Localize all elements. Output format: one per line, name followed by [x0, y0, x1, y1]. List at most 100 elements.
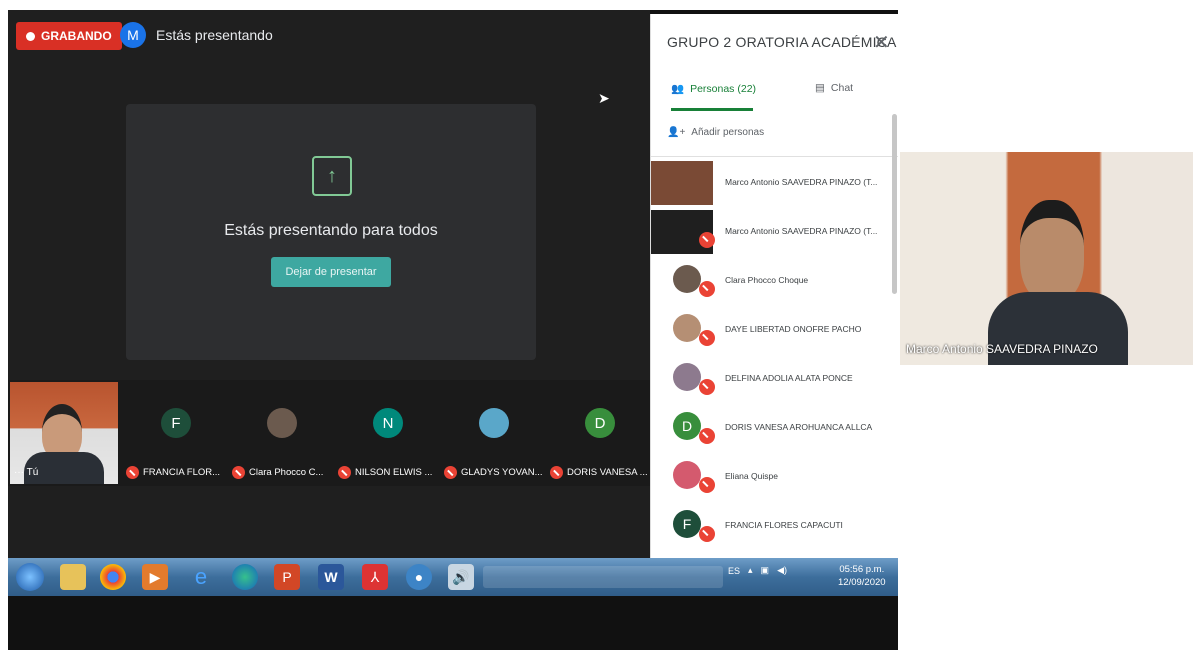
- start-button[interactable]: [16, 563, 44, 591]
- participant-avatar: N: [373, 408, 403, 438]
- speaker-icon[interactable]: 🔊: [448, 564, 474, 590]
- meet-main-area: GRABANDO M Estás presentando ➤ ↑ Estás p…: [8, 10, 650, 558]
- speaker-video-feed: Marco Antonio SAAVEDRA PINAZO: [900, 152, 1193, 365]
- participant-name: DORIS VANESA ...: [567, 467, 648, 478]
- system-clock[interactable]: 05:56 p.m. 12/09/2020: [838, 563, 886, 589]
- tray-arrow-icon[interactable]: ▴: [748, 565, 753, 576]
- mic-off-icon: [232, 466, 245, 479]
- person-name: DAYE LIBERTAD ONOFRE PACHO: [725, 324, 862, 334]
- person-name: DORIS VANESA AROHUANCA ALLCA: [725, 422, 873, 432]
- presenting-card-title: Estás presentando para todos: [224, 222, 438, 239]
- person-name: DELFINA ADOLIA ALATA PONCE: [725, 373, 853, 383]
- list-item[interactable]: DAYE LIBERTAD ONOFRE PACHO: [651, 306, 898, 355]
- windows-taskbar: ▶ e P W ⅄ ● 🔊 ES ▴ ▣ ◀) 05:56 p.m. 12/09…: [8, 558, 898, 596]
- volume-icon[interactable]: ◀): [777, 565, 787, 576]
- panel-scrollbar[interactable]: [892, 114, 897, 294]
- participant-name: FRANCIA FLOR...: [143, 467, 221, 478]
- word-icon[interactable]: W: [318, 564, 344, 590]
- presenting-status: Estás presentando: [156, 27, 273, 43]
- participant-tile[interactable]: GLADYS YOVAN...: [444, 390, 544, 480]
- tab-chat-label: Chat: [830, 82, 854, 94]
- pdf-reader-icon[interactable]: ⅄: [362, 564, 388, 590]
- person-avatar: D: [673, 412, 701, 440]
- recording-label: GRABANDO: [41, 29, 112, 43]
- mic-off-icon: [699, 379, 715, 395]
- person-name: Marco Antonio SAAVEDRA PINAZO (T...: [725, 226, 878, 236]
- chat-icon: ▤: [815, 82, 825, 94]
- add-people-label: Añadir personas: [691, 127, 765, 138]
- mic-off-icon: [699, 428, 715, 444]
- mic-off-icon: [699, 526, 715, 542]
- list-item[interactable]: Marco Antonio SAAVEDRA PINAZO (T...: [651, 208, 898, 257]
- people-list: Marco Antonio SAAVEDRA PINAZO (T... Marc…: [651, 159, 898, 551]
- self-label: ··· Tú: [14, 467, 39, 478]
- mic-off-icon: [550, 466, 563, 479]
- active-tab-indicator: [671, 108, 753, 111]
- list-item[interactable]: F FRANCIA FLORES CAPACUTI: [651, 502, 898, 551]
- list-item[interactable]: Marco Antonio SAAVEDRA PINAZO (T...: [651, 159, 898, 208]
- participant-tile[interactable]: Clara Phocco C...: [232, 390, 332, 480]
- participant-avatar: [479, 408, 509, 438]
- taskbar-active-window[interactable]: [483, 566, 723, 588]
- add-person-icon: 👤+: [667, 127, 686, 138]
- camera-app-icon[interactable]: ●: [406, 564, 432, 590]
- mouse-cursor-icon: ➤: [598, 90, 610, 106]
- language-indicator[interactable]: ES: [728, 566, 740, 576]
- speaker-head: [1020, 200, 1084, 302]
- mic-off-icon: [699, 232, 715, 248]
- person-name: FRANCIA FLORES CAPACUTI: [725, 520, 843, 530]
- presenting-card: ↑ Estás presentando para todos Dejar de …: [126, 104, 536, 360]
- person-avatar: [673, 461, 701, 489]
- tab-people[interactable]: 👥 Personas (22): [671, 82, 757, 96]
- powerpoint-icon[interactable]: P: [274, 564, 300, 590]
- list-item[interactable]: Clara Phocco Choque: [651, 257, 898, 306]
- close-icon[interactable]: ✕: [873, 30, 890, 55]
- speaker-name: Marco Antonio SAAVEDRA PINAZO: [906, 342, 1098, 356]
- tab-people-label: Personas (22): [690, 82, 757, 95]
- clock-date: 12/09/2020: [838, 577, 886, 588]
- person-avatar: [673, 363, 701, 391]
- participant-tile[interactable]: F FRANCIA FLOR...: [126, 390, 226, 480]
- participant-tile[interactable]: D DORIS VANESA ...: [550, 390, 650, 480]
- list-item[interactable]: Eliana Quispe: [651, 453, 898, 502]
- person-avatar: F: [673, 510, 701, 538]
- mic-off-icon: [699, 330, 715, 346]
- add-people-button[interactable]: 👤+ Añadir personas: [667, 127, 764, 138]
- list-item[interactable]: DELFINA ADOLIA ALATA PONCE: [651, 355, 898, 404]
- presenter-avatar: M: [120, 22, 146, 48]
- participant-avatar: D: [585, 408, 615, 438]
- recording-dot-icon: [26, 31, 35, 41]
- participant-strip: ··· Tú F FRANCIA FLOR... Clara Phocco C.…: [8, 380, 650, 486]
- panel-title: GRUPO 2 ORATORIA ACADÉMICA: [667, 34, 897, 50]
- internet-explorer-icon[interactable]: e: [188, 564, 214, 590]
- participant-video-thumb: [651, 161, 713, 205]
- media-player-icon[interactable]: ▶: [142, 564, 168, 590]
- mic-off-icon: [699, 477, 715, 493]
- self-video-tile[interactable]: ··· Tú: [10, 382, 118, 484]
- list-item[interactable]: D DORIS VANESA AROHUANCA ALLCA: [651, 404, 898, 453]
- folder-icon[interactable]: [60, 564, 86, 590]
- network-icon[interactable]: ▣: [761, 565, 770, 576]
- participant-name: GLADYS YOVAN...: [461, 467, 543, 478]
- mic-off-icon: [338, 466, 351, 479]
- person-avatar: [673, 314, 701, 342]
- stop-presenting-button[interactable]: Dejar de presentar: [271, 257, 391, 287]
- participant-avatar: F: [161, 408, 191, 438]
- person-name: Clara Phocco Choque: [725, 275, 809, 285]
- person-avatar: [673, 265, 701, 293]
- divider: [651, 156, 898, 157]
- system-tray: ES ▴ ▣ ◀): [728, 565, 787, 576]
- mic-off-icon: [699, 281, 715, 297]
- people-icon: 👥: [671, 83, 685, 95]
- edge-icon[interactable]: [232, 564, 258, 590]
- participant-tile[interactable]: N NILSON ELWIS ...: [338, 390, 438, 480]
- person-name: Marco Antonio SAAVEDRA PINAZO (T...: [725, 177, 878, 187]
- recording-badge: GRABANDO: [16, 22, 122, 50]
- people-panel: GRUPO 2 ORATORIA ACADÉMICA ✕ 👥 Personas …: [650, 14, 898, 558]
- participant-name: Clara Phocco C...: [249, 467, 324, 478]
- chrome-icon[interactable]: [100, 564, 126, 590]
- tab-chat[interactable]: ▤ Chat: [815, 82, 853, 94]
- participant-name: NILSON ELWIS ...: [355, 467, 433, 478]
- clock-time: 05:56 p.m.: [839, 564, 885, 575]
- mic-off-icon: [126, 466, 139, 479]
